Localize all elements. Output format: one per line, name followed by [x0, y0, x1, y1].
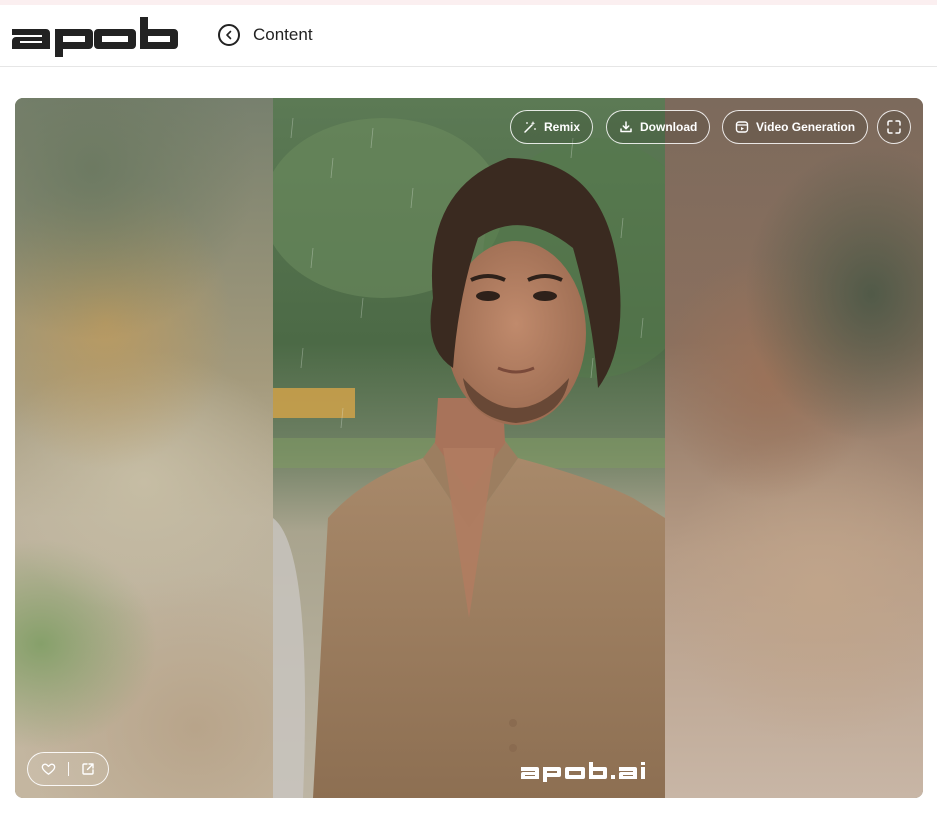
apob-ai-watermark — [521, 762, 645, 782]
portrait-illustration — [273, 98, 665, 798]
fullscreen-button[interactable] — [877, 110, 911, 144]
download-button[interactable]: Download — [606, 110, 711, 144]
fullscreen-icon — [887, 120, 901, 134]
video-generation-label: Video Generation — [756, 120, 856, 134]
magic-wand-icon — [524, 121, 536, 133]
header-bar: Content — [0, 5, 937, 67]
video-generation-button[interactable]: Video Generation — [722, 110, 869, 144]
download-icon — [620, 121, 632, 133]
apob-logo[interactable] — [12, 17, 178, 57]
blurred-backdrop-left — [15, 98, 273, 798]
download-label: Download — [640, 120, 698, 134]
blurred-backdrop-right — [665, 98, 923, 798]
page-title[interactable]: Content — [253, 25, 313, 45]
remix-button[interactable]: Remix — [510, 110, 594, 144]
remix-label: Remix — [544, 120, 581, 134]
like-button[interactable] — [40, 760, 58, 778]
heart-icon — [41, 763, 56, 775]
chevron-left-icon — [226, 30, 232, 40]
image-actions — [27, 752, 109, 786]
share-button[interactable] — [79, 760, 97, 778]
share-icon — [81, 763, 94, 775]
image-viewer: Remix Download Video Generation — [15, 98, 923, 798]
video-camera-icon — [735, 121, 749, 133]
divider — [67, 762, 69, 776]
logo-mark — [12, 17, 178, 57]
back-button[interactable] — [218, 24, 240, 46]
generated-image[interactable] — [273, 98, 665, 798]
